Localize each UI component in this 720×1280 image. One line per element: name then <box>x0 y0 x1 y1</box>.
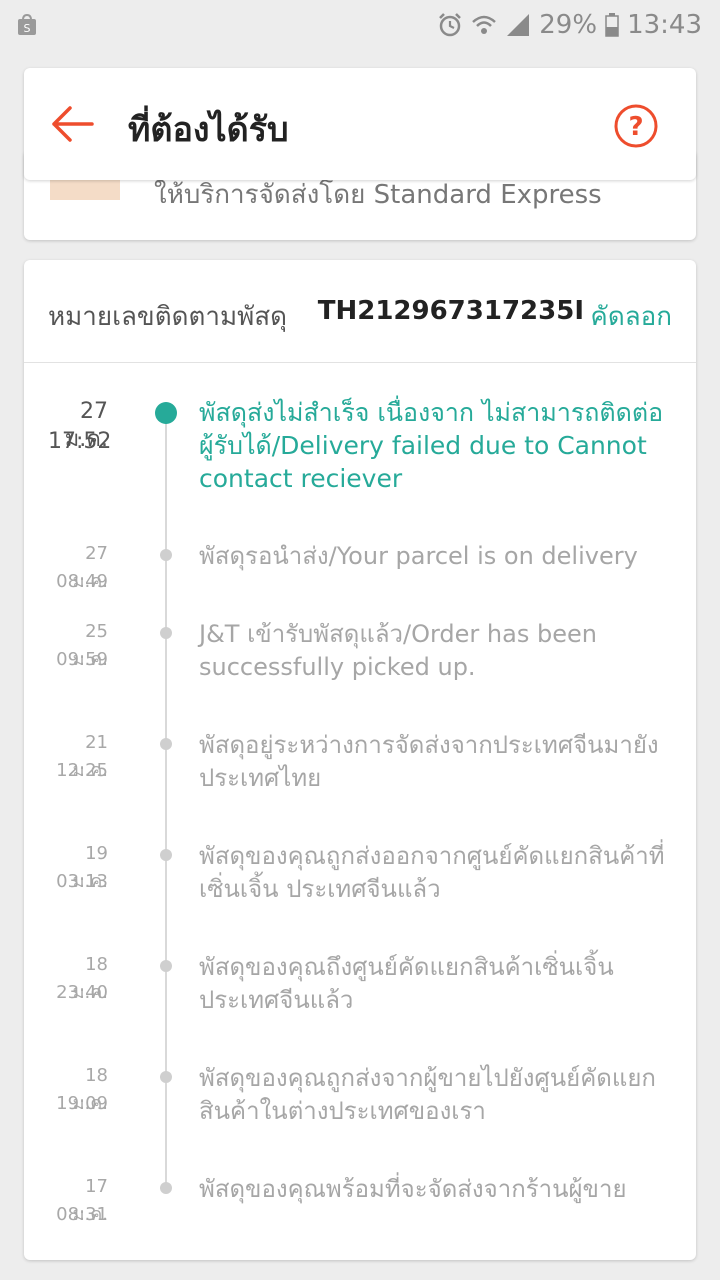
tracking-card: หมายเลขติดตามพัสดุ TH212967317235I คัดลอ… <box>24 260 696 1260</box>
event-dot <box>160 849 172 861</box>
event-time: 12:25 <box>56 760 108 781</box>
event-description: พัสดุรอนำส่ง/Your parcel is on delivery <box>199 542 638 570</box>
copy-button[interactable]: คัดลอก <box>590 296 672 337</box>
tracking-header: หมายเลขติดตามพัสดุ TH212967317235I คัดลอ… <box>24 260 696 363</box>
event-dot <box>160 549 172 561</box>
event-description: พัสดุของคุณถูกส่งจากผู้ขายไปยังศูนย์คัดแ… <box>199 1064 656 1125</box>
event-dot <box>160 738 172 750</box>
event-description: พัสดุส่งไม่สำเร็จ เนื่องจาก ไม่สามารถติด… <box>199 398 664 493</box>
tracking-number: TH212967317235I <box>317 296 584 326</box>
event-dot <box>160 960 172 972</box>
status-bar: S 29% 13:43 <box>0 0 720 50</box>
event-time: 08:49 <box>56 571 108 592</box>
event-dot <box>160 1182 172 1194</box>
clock: 13:43 <box>627 10 702 40</box>
event-time: 03:13 <box>56 871 108 892</box>
svg-text:S: S <box>24 22 31 35</box>
help-icon[interactable]: ? <box>614 104 658 148</box>
wifi-icon <box>472 15 497 34</box>
battery-percent: 29% <box>539 10 598 40</box>
svg-text:?: ? <box>628 112 643 142</box>
tracking-number-label: หมายเลขติดตามพัสดุ <box>48 302 287 332</box>
event-dot <box>160 627 172 639</box>
event-description: พัสดุอยู่ระหว่างการจัดส่งจากประเทศจีนมาย… <box>199 731 659 792</box>
event-description: J&T เข้ารับพัสดุแล้ว/Order has been succ… <box>199 620 597 681</box>
event-time: 17:52 <box>48 429 112 454</box>
back-arrow-icon[interactable] <box>50 104 94 144</box>
event-dot <box>155 402 177 424</box>
page-title: ที่ต้องได้รับ <box>128 110 289 150</box>
top-app-bar: ที่ต้องได้รับ ? <box>24 68 696 180</box>
battery-icon <box>605 13 619 37</box>
event-description: พัสดุของคุณถูกส่งออกจากศูนย์คัดแยกสินค้า… <box>199 842 665 903</box>
event-time: 19:09 <box>56 1093 108 1114</box>
signal-icon <box>507 14 530 36</box>
event-description: พัสดุของคุณพร้อมที่จะจัดส่งจากร้านผู้ขาย <box>199 1175 627 1203</box>
event-time: 08:31 <box>56 1204 108 1225</box>
event-time: 09:59 <box>56 649 108 670</box>
shipping-provider-text: ให้บริการจัดส่งโดย Standard Express <box>154 180 602 210</box>
event-description: พัสดุของคุณถึงศูนย์คัดแยกสินค้าเซิ่นเจิ้… <box>199 953 614 1014</box>
alarm-icon <box>439 13 462 37</box>
shopee-bag-icon: S <box>18 14 36 35</box>
event-dot <box>160 1071 172 1083</box>
event-time: 23:40 <box>56 982 108 1003</box>
